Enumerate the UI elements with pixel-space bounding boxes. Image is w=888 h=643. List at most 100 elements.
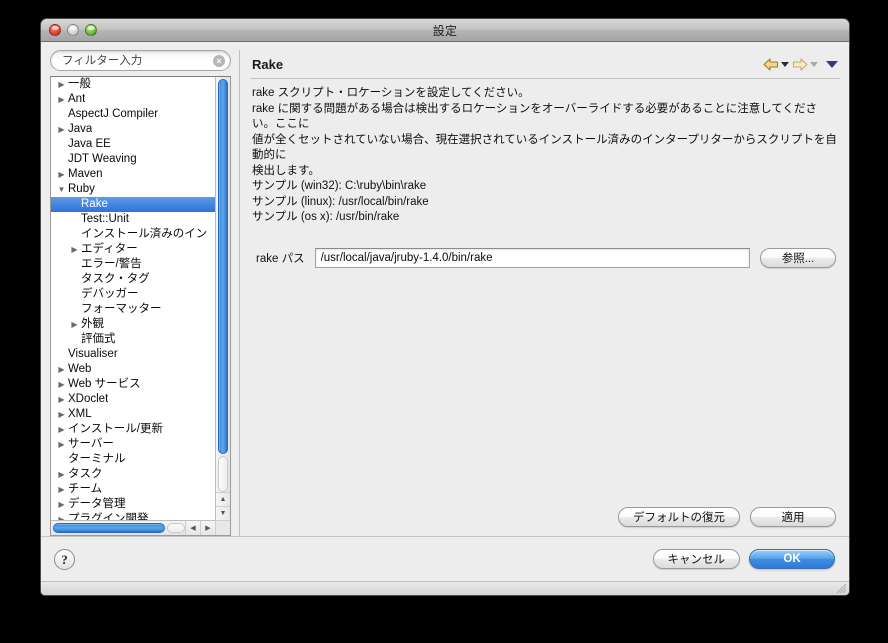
zoom-window-icon[interactable] <box>85 24 97 36</box>
tree-item[interactable]: タスク・タグ <box>51 272 215 287</box>
minimize-window-icon[interactable] <box>67 24 79 36</box>
tree-item-label: タスク <box>68 467 103 482</box>
tree-horizontal-scrollbar[interactable]: ◀ ▶ <box>51 520 215 535</box>
tree-vscroll-thumb[interactable] <box>218 79 228 454</box>
tree-vscroll-track[interactable] <box>218 456 228 492</box>
tree-item[interactable]: ターミナル <box>51 452 215 467</box>
rake-path-input[interactable] <box>315 248 750 268</box>
twisty-collapsed-icon[interactable]: ▶ <box>55 77 68 92</box>
back-history-caret-down-icon[interactable] <box>781 62 789 67</box>
tree-item-label: Ruby <box>68 182 95 197</box>
tree-item[interactable]: Rake <box>51 197 215 212</box>
back-nav-group[interactable] <box>763 58 789 71</box>
tree-item-label: データ管理 <box>68 497 126 512</box>
description-line: 検出します。 <box>252 164 838 180</box>
window-title: 設定 <box>41 22 849 39</box>
tree-item[interactable]: ▶サーバー <box>51 437 215 452</box>
forward-history-caret-down-icon[interactable] <box>810 62 818 67</box>
tree-item[interactable]: ▶Maven <box>51 167 215 182</box>
tree-item[interactable]: デバッガー <box>51 287 215 302</box>
twisty-collapsed-icon[interactable]: ▶ <box>68 242 81 257</box>
twisty-collapsed-icon[interactable]: ▶ <box>55 497 68 512</box>
tree-item[interactable]: ▶Java <box>51 122 215 137</box>
tree-item[interactable]: Visualiser <box>51 347 215 362</box>
tree-item[interactable]: ▶プラグイン開発 <box>51 512 215 520</box>
twisty-collapsed-icon[interactable]: ▶ <box>55 437 68 452</box>
tree-item[interactable]: ▼Ruby <box>51 182 215 197</box>
tree-item[interactable]: フォーマッター <box>51 302 215 317</box>
tree-item[interactable]: ▶インストール/更新 <box>51 422 215 437</box>
forward-arrow-icon[interactable] <box>792 58 808 71</box>
tree-item-label: インストール/更新 <box>68 422 163 437</box>
twisty-collapsed-icon[interactable]: ▶ <box>55 362 68 377</box>
forward-nav-group[interactable] <box>792 58 818 71</box>
tree-item-label: Test::Unit <box>81 212 129 227</box>
twisty-expanded-icon[interactable]: ▼ <box>55 182 68 197</box>
tree-item[interactable]: エラー/警告 <box>51 257 215 272</box>
scroll-up-icon[interactable]: ▲ <box>216 492 230 506</box>
tree-item-label: デバッガー <box>81 287 139 302</box>
tree-item[interactable]: ▶チーム <box>51 482 215 497</box>
tree-item[interactable]: ▶Web <box>51 362 215 377</box>
twisty-collapsed-icon[interactable]: ▶ <box>68 317 81 332</box>
twisty-collapsed-icon[interactable]: ▶ <box>55 482 68 497</box>
tree-item[interactable]: ▶Ant <box>51 92 215 107</box>
preferences-tree[interactable]: ▶一般▶AntAspectJ Compiler▶JavaJava EEJDT W… <box>51 77 215 520</box>
twisty-collapsed-icon[interactable]: ▶ <box>55 392 68 407</box>
tree-item-label: XDoclet <box>68 392 108 407</box>
window-titlebar[interactable]: 設定 <box>41 19 849 42</box>
resize-grip-icon[interactable] <box>835 582 847 594</box>
filter-input[interactable] <box>50 50 231 71</box>
rake-path-row: rake パス 参照... <box>250 248 840 268</box>
twisty-collapsed-icon[interactable]: ▶ <box>55 512 68 520</box>
twisty-collapsed-icon[interactable]: ▶ <box>55 377 68 392</box>
tree-item-label: エディター <box>81 242 138 257</box>
tree-item[interactable]: ▶エディター <box>51 242 215 257</box>
tree-item-label: Maven <box>68 167 103 182</box>
twisty-collapsed-icon[interactable]: ▶ <box>55 167 68 182</box>
close-window-icon[interactable] <box>49 24 61 36</box>
tree-item-label: JDT Weaving <box>68 152 137 167</box>
browse-button[interactable]: 参照... <box>760 248 836 268</box>
tree-item[interactable]: インストール済みのイン <box>51 227 215 242</box>
tree-item[interactable]: ▶一般 <box>51 77 215 92</box>
tree-item[interactable]: ▶データ管理 <box>51 497 215 512</box>
twisty-collapsed-icon[interactable]: ▶ <box>55 122 68 137</box>
twisty-collapsed-icon[interactable]: ▶ <box>55 92 68 107</box>
tree-hscroll-thumb[interactable] <box>53 523 165 533</box>
tree-item[interactable]: ▶Web サービス <box>51 377 215 392</box>
tree-item-label: Rake <box>81 197 108 212</box>
restore-defaults-button[interactable]: デフォルトの復元 <box>618 507 740 527</box>
tree-item-label: フォーマッター <box>81 302 162 317</box>
tree-item[interactable]: JDT Weaving <box>51 152 215 167</box>
twisty-collapsed-icon[interactable]: ▶ <box>55 422 68 437</box>
tree-item[interactable]: ▶XML <box>51 407 215 422</box>
scroll-down-icon[interactable]: ▼ <box>216 506 230 520</box>
scroll-left-icon[interactable]: ◀ <box>185 521 200 535</box>
apply-button[interactable]: 適用 <box>750 507 836 527</box>
tree-item[interactable]: 評価式 <box>51 332 215 347</box>
twisty-collapsed-icon[interactable]: ▶ <box>55 467 68 482</box>
description-text: rake スクリプト・ロケーションを設定してください。rake に関する問題があ… <box>250 78 840 226</box>
chevron-down-icon[interactable] <box>826 61 838 68</box>
clear-filter-icon[interactable]: × <box>213 55 225 67</box>
window-bottom-grip <box>41 581 849 595</box>
tree-item[interactable]: Test::Unit <box>51 212 215 227</box>
ok-button[interactable]: OK <box>749 549 835 569</box>
description-line: サンプル (linux): /usr/local/bin/rake <box>252 195 838 211</box>
cancel-button[interactable]: キャンセル <box>653 549 741 569</box>
help-button[interactable]: ? <box>54 549 75 570</box>
tree-hscroll-track[interactable] <box>167 523 185 533</box>
scroll-right-icon[interactable]: ▶ <box>200 521 215 535</box>
tree-item[interactable]: ▶外観 <box>51 317 215 332</box>
twisty-collapsed-icon[interactable]: ▶ <box>55 407 68 422</box>
page-title: Rake <box>252 57 283 72</box>
tree-item[interactable]: AspectJ Compiler <box>51 107 215 122</box>
back-arrow-icon[interactable] <box>763 58 779 71</box>
tree-item[interactable]: Java EE <box>51 137 215 152</box>
description-line: rake スクリプト・ロケーションを設定してください。 <box>252 86 838 102</box>
tree-vertical-scrollbar[interactable]: ▲ ▼ <box>215 77 230 520</box>
tree-item[interactable]: ▶タスク <box>51 467 215 482</box>
tree-item-label: 外観 <box>81 317 104 332</box>
tree-item[interactable]: ▶XDoclet <box>51 392 215 407</box>
